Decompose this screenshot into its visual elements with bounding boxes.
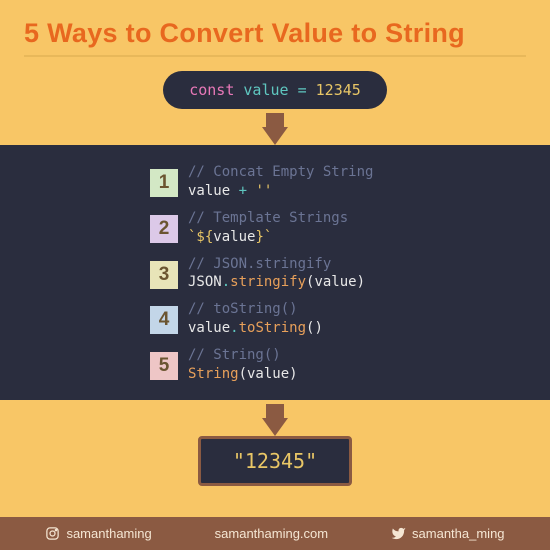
website-link[interactable]: samanthaming.com [215, 526, 328, 541]
declaration-code: const value = 12345 [163, 71, 387, 109]
result-area: "12345" [0, 404, 550, 486]
method-row: 1 // Concat Empty Stringvalue + '' [150, 159, 550, 205]
arrow-down-icon [0, 404, 550, 436]
website-text: samanthaming.com [215, 526, 328, 541]
method-number: 1 [150, 169, 178, 197]
twitter-link[interactable]: samantha_ming [391, 526, 505, 541]
method-number: 2 [150, 215, 178, 243]
twitter-icon [391, 526, 406, 541]
var-value: 12345 [316, 81, 361, 99]
code-line: value.toString() [188, 319, 323, 338]
method-code: // JSON.stringifyJSON.stringify(value) [188, 255, 365, 293]
method-row: 2 // Template Strings`${value}` [150, 205, 550, 251]
method-code: // Template Strings`${value}` [188, 209, 348, 247]
code-comment: // Concat Empty String [188, 163, 373, 182]
instagram-link[interactable]: samanthaming [45, 526, 151, 541]
code-comment: // toString() [188, 300, 323, 319]
result-value: "12345" [198, 436, 352, 486]
method-code: // toString()value.toString() [188, 300, 323, 338]
method-code: // Concat Empty Stringvalue + '' [188, 163, 373, 201]
code-comment: // String() [188, 346, 298, 365]
keyword: const [189, 81, 234, 99]
code-line: JSON.stringify(value) [188, 273, 365, 292]
code-line: `${value}` [188, 228, 348, 247]
method-code: // String()String(value) [188, 346, 298, 384]
method-number: 5 [150, 352, 178, 380]
twitter-handle: samantha_ming [412, 526, 505, 541]
method-number: 4 [150, 306, 178, 334]
code-comment: // JSON.stringify [188, 255, 365, 274]
footer: samanthaming samanthaming.com samantha_m… [0, 517, 550, 550]
code-line: value + '' [188, 182, 373, 201]
instagram-handle: samanthaming [66, 526, 151, 541]
declaration-area: const value = 12345 [0, 57, 550, 145]
code-comment: // Template Strings [188, 209, 348, 228]
methods-panel: 1 // Concat Empty Stringvalue + '' 2 // Tem… [0, 145, 550, 400]
method-number: 3 [150, 261, 178, 289]
method-row: 5 // String()String(value) [150, 342, 550, 388]
instagram-icon [45, 526, 60, 541]
arrow-down-icon [0, 113, 550, 145]
equals: = [298, 81, 307, 99]
method-row: 3 // JSON.stringifyJSON.stringify(value) [150, 251, 550, 297]
code-line: String(value) [188, 365, 298, 384]
page-title: 5 Ways to Convert Value to String [0, 0, 550, 55]
method-row: 4 // toString()value.toString() [150, 296, 550, 342]
var-name: value [243, 81, 288, 99]
